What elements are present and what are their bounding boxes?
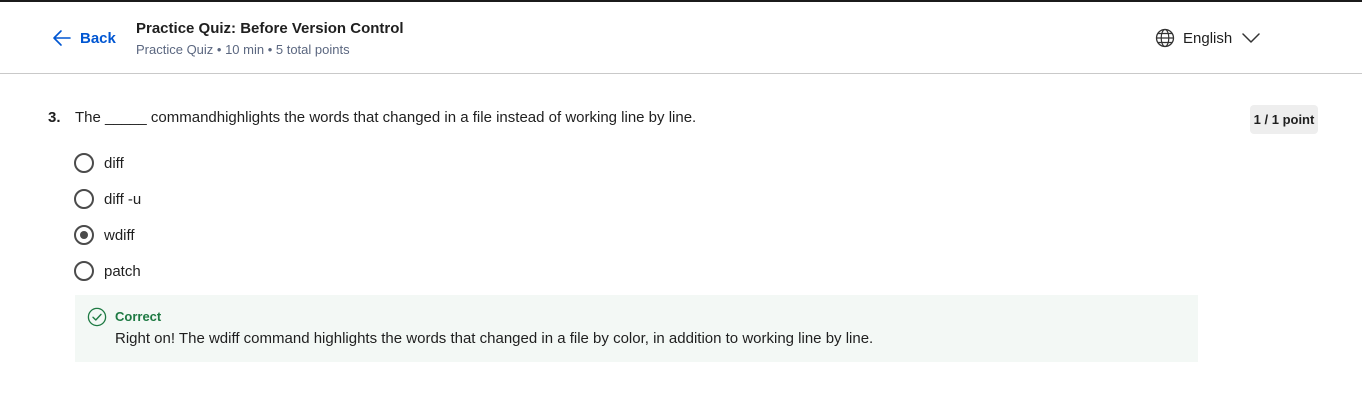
feedback-status: Correct — [115, 309, 162, 324]
chevron-down-icon — [1242, 33, 1260, 43]
question-number: 3. — [48, 109, 61, 126]
back-label: Back — [80, 29, 116, 47]
score-badge: 1 / 1 point — [1250, 105, 1318, 134]
option-label: wdiff — [104, 226, 135, 244]
language-label: English — [1183, 29, 1233, 47]
answer-options: diff diff -u wdiff patch — [74, 151, 141, 295]
quiz-meta: Practice Quiz • 10 min • 5 total points — [136, 42, 350, 57]
back-button[interactable]: Back — [52, 26, 116, 50]
quiz-title-block: Practice Quiz: Before Version Control Pr… — [136, 19, 404, 60]
language-selector[interactable]: English — [1155, 26, 1260, 50]
radio-button[interactable] — [74, 153, 94, 173]
radio-button[interactable] — [74, 189, 94, 209]
feedback-text: Right on! The wdiff command highlights t… — [115, 330, 874, 347]
option-wdiff[interactable]: wdiff — [74, 223, 141, 247]
page-title: Practice Quiz: Before Version Control — [136, 20, 404, 37]
globe-icon — [1155, 28, 1175, 48]
option-diff[interactable]: diff — [74, 151, 141, 175]
check-circle-icon — [87, 307, 107, 327]
option-label: diff — [104, 154, 124, 172]
radio-button[interactable] — [74, 261, 94, 281]
feedback-panel: Correct Right on! The wdiff command high… — [75, 295, 1198, 362]
option-label: patch — [104, 262, 141, 280]
question-text: The _____ commandhighlights the words th… — [75, 109, 697, 126]
option-diff-u[interactable]: diff -u — [74, 187, 141, 211]
radio-button-selected[interactable] — [74, 225, 94, 245]
arrow-left-icon — [53, 30, 71, 46]
quiz-header: Back Practice Quiz: Before Version Contr… — [0, 2, 1362, 74]
option-patch[interactable]: patch — [74, 259, 141, 283]
option-label: diff -u — [104, 190, 142, 208]
